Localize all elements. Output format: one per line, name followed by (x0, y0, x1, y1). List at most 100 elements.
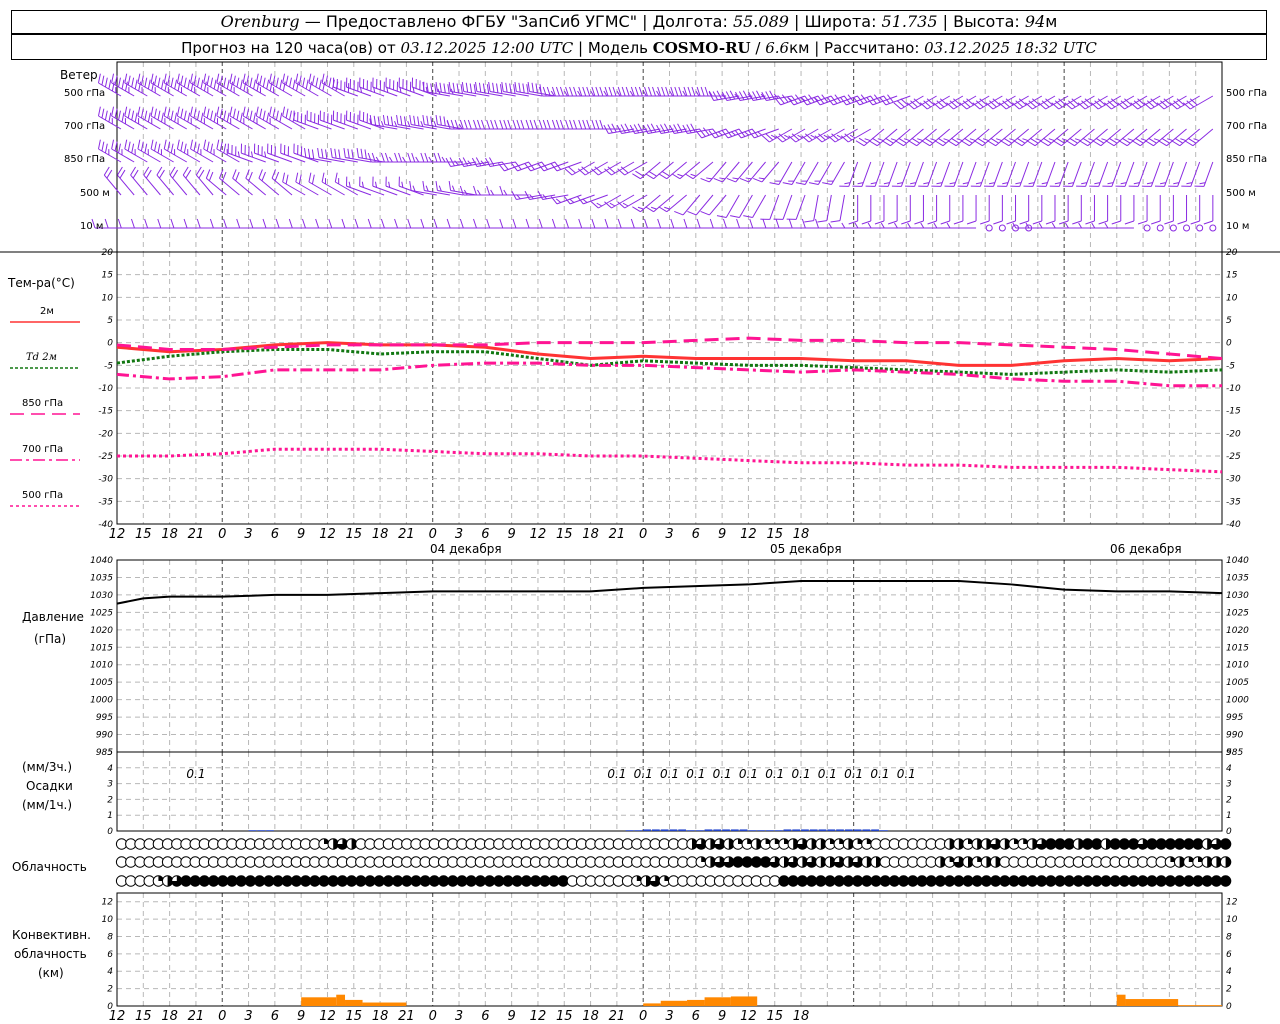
wind-barb (1045, 195, 1056, 225)
wind-barb (1194, 161, 1214, 187)
wind-barb (786, 194, 806, 220)
convective-cloud-bars (301, 994, 1222, 1007)
hour-tick-label: 6 (271, 527, 279, 542)
y-tick-label-right: 1040 (1226, 556, 1249, 566)
hour-tick-label-bottom: 0 (218, 1009, 226, 1024)
wind-barb (1141, 161, 1161, 187)
hour-tick-label-bottom: 21 (398, 1009, 415, 1024)
precip-amount-label: 0.1 (765, 767, 784, 781)
wind-barb (1102, 161, 1122, 187)
hour-tick-label-bottom: 15 (346, 1009, 363, 1024)
legend-700-label: 700 гПа (22, 444, 64, 455)
y-tick-label: 1020 (90, 626, 113, 636)
y-tick-label: 1 (107, 811, 113, 821)
wind-level-700hpa-right: 700 гПа (1226, 121, 1268, 132)
precip-1h-bar (257, 830, 266, 831)
precip-1h-bar (651, 829, 660, 831)
day-label-2: 05 декабря (770, 542, 842, 556)
hour-tick-label: 18 (372, 527, 389, 542)
wind-barb (966, 195, 977, 225)
y-tick-label: 15 (102, 271, 114, 281)
wind-barb (130, 166, 148, 196)
wind-barb (773, 194, 793, 220)
wind-barb (1124, 195, 1135, 225)
wind-barb (1181, 161, 1201, 187)
precip-1h-bar (739, 829, 748, 831)
convective-bar (730, 996, 758, 1006)
wind-barb (156, 166, 175, 196)
y-tick-label: 12 (102, 898, 114, 908)
y-tick-label: 2 (107, 795, 113, 805)
hour-tick-label: 12 (740, 527, 757, 542)
wind-barb (1115, 161, 1135, 187)
wind-barb (887, 195, 898, 225)
hour-tick-label: 0 (639, 527, 647, 542)
wind-barb (1010, 161, 1030, 187)
y-tick-label-right: 12 (1226, 898, 1238, 908)
hour-tick-label: 12 (530, 527, 547, 542)
hour-tick-label-bottom: 9 (718, 1009, 726, 1024)
precip-1h-bar (634, 830, 643, 831)
conv-title-1: Конвективн. (12, 928, 91, 942)
precip-1h-bar (818, 829, 827, 831)
hour-tick-label-bottom: 12 (530, 1009, 547, 1024)
y-tick-label: 5 (107, 316, 113, 326)
precip-1h-bar (809, 829, 818, 831)
hour-tick-label: 6 (481, 527, 489, 542)
y-tick-label-right: 1025 (1226, 608, 1249, 618)
y-tick-label: 1040 (90, 556, 113, 566)
y-tick-label-right: 1 (1226, 811, 1232, 821)
cloud-fill (1225, 856, 1231, 868)
precip-1h-bar (765, 830, 774, 831)
wind-barb (232, 169, 253, 196)
y-tick-label: -30 (98, 475, 113, 485)
wind-level-850hpa: 850 гПа (64, 154, 106, 165)
hour-tick-label: 18 (161, 527, 178, 542)
hour-tick-label-bottom: 15 (135, 1009, 152, 1024)
convective-bar (704, 997, 731, 1006)
precip-1h-bar (687, 830, 695, 831)
hour-tick-label-bottom: 6 (481, 1009, 489, 1024)
y-tick-label-right: 3 (1226, 780, 1232, 790)
y-tick-label: -20 (98, 429, 113, 439)
wind-barb (1203, 195, 1214, 225)
wind-level-10m: 10 м (80, 221, 104, 232)
legend-td-label: Td 2м (26, 352, 57, 363)
precip-1h-bar (660, 829, 669, 831)
wind-calm (1209, 224, 1217, 232)
y-tick-label: 995 (96, 713, 113, 723)
precip-1h-bar (669, 829, 678, 831)
precip-amount-label: 0.1 (739, 767, 758, 781)
wind-barb (983, 161, 1003, 187)
wind-barb (914, 195, 924, 225)
precip-amount-label: 0.1 (660, 767, 679, 781)
conv-unit: (км) (38, 966, 64, 980)
convective-bar (1116, 994, 1126, 1006)
precip-1h-bar (862, 829, 871, 831)
hour-tick-label: 0 (218, 527, 226, 542)
hour-tick-label: 15 (766, 527, 783, 542)
y-tick-label-right: 2 (1226, 795, 1232, 805)
convective-bar (345, 999, 363, 1006)
hour-tick-label-bottom: 18 (161, 1009, 178, 1024)
y-tick-label: 0 (107, 827, 113, 837)
hour-tick-label: 3 (665, 527, 673, 542)
hour-tick-label: 15 (346, 527, 363, 542)
hour-tick-label-bottom: 12 (109, 1009, 126, 1024)
precip-1h-bar (879, 830, 888, 831)
y-tick-label: 1010 (90, 661, 113, 671)
wind-barb (852, 161, 872, 187)
wind-barb (730, 194, 753, 219)
wind-barb (1098, 195, 1109, 225)
legend-850-label: 850 гПа (22, 398, 64, 409)
y-tick-label: 3 (107, 780, 113, 790)
y-tick-label: 5 (107, 748, 113, 758)
convective-bar (336, 994, 346, 1006)
wind-barb (682, 123, 714, 135)
precip-amount-label: 0.1 (897, 767, 916, 781)
cloud-title: Облачность (12, 860, 87, 874)
y-tick-label-right: 1035 (1226, 573, 1249, 583)
hour-tick-label-bottom: 6 (692, 1009, 700, 1024)
wind-barb (1177, 195, 1188, 225)
wind-barb (1072, 195, 1082, 225)
